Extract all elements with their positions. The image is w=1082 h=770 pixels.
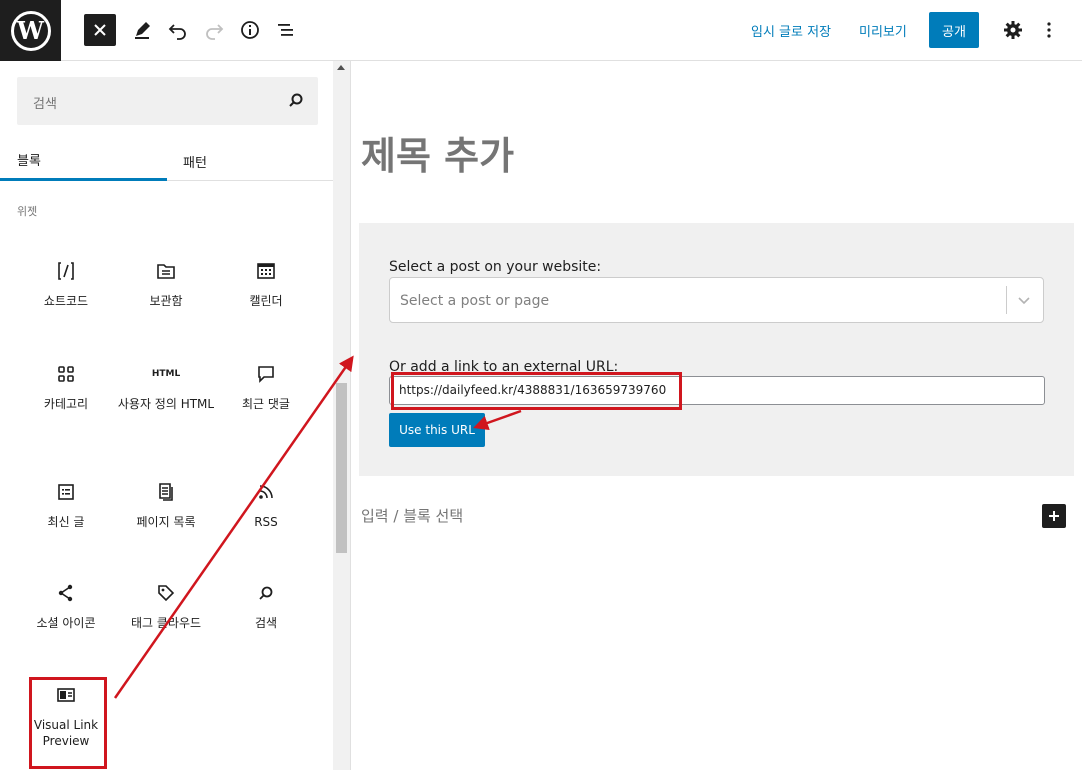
tab-blocks[interactable]: 블록	[0, 141, 167, 181]
inserter-scrollbar[interactable]	[333, 61, 350, 770]
gear-icon	[1004, 21, 1022, 39]
select-post-label: Select a post on your website:	[389, 259, 602, 275]
wordpress-w-icon: W	[10, 10, 51, 51]
wordpress-logo-button[interactable]: W	[0, 0, 61, 61]
block-appender-placeholder[interactable]: 입력 / 블록 선택	[361, 505, 463, 526]
comment-icon	[216, 360, 316, 388]
block-rss[interactable]: RSS	[216, 478, 316, 530]
shortcode-icon	[16, 257, 116, 285]
redo-button[interactable]	[198, 14, 230, 46]
html-glyph: HTML	[151, 369, 181, 379]
select-post-dropdown[interactable]: Select a post or page	[389, 277, 1044, 323]
post-title-input[interactable]: 제목 추가	[361, 125, 514, 180]
more-vertical-icon	[1047, 22, 1051, 38]
annotation-highlight-box	[29, 677, 107, 769]
share-icon	[16, 579, 116, 607]
block-categories[interactable]: 카테고리	[16, 360, 116, 412]
edit-tools-button[interactable]	[126, 14, 158, 46]
search-placeholder: 검색	[33, 97, 57, 112]
block-label: 검색	[254, 616, 278, 630]
block-inserter-panel: 검색 블록 패턴 위젯 쇼트코드 보관함 캘린더 카테고리 HTML 사용자 정…	[0, 61, 351, 770]
block-label: 카테고리	[43, 397, 89, 411]
block-custom-html[interactable]: HTML 사용자 정의 HTML	[116, 360, 216, 412]
category-title: 위젯	[17, 205, 38, 218]
block-tag-cloud[interactable]: 태그 클라우드	[116, 579, 216, 631]
block-shortcode[interactable]: 쇼트코드	[16, 257, 116, 309]
categories-icon	[16, 360, 116, 388]
post-list-icon	[16, 478, 116, 506]
select-separator	[1006, 286, 1007, 314]
editor-canvas: 제목 추가 Select a post on your website: Sel…	[351, 61, 1082, 770]
close-icon	[94, 24, 106, 36]
scroll-up-arrow-icon[interactable]	[337, 65, 345, 70]
block-label: 소셜 아이콘	[36, 616, 96, 630]
chevron-down-icon[interactable]	[1017, 292, 1031, 311]
close-inserter-button[interactable]	[84, 14, 116, 46]
search-icon	[216, 579, 316, 607]
pencil-icon	[135, 22, 150, 39]
block-search-input[interactable]: 검색	[17, 77, 318, 125]
redo-icon	[206, 24, 224, 40]
settings-button[interactable]	[997, 14, 1029, 46]
scrollbar-thumb[interactable]	[336, 383, 347, 553]
block-social-icons[interactable]: 소셜 아이콘	[16, 579, 116, 631]
add-block-button[interactable]	[1042, 504, 1066, 528]
options-menu-button[interactable]	[1033, 14, 1065, 46]
calendar-icon	[216, 257, 316, 285]
rss-icon	[216, 478, 316, 506]
block-label: 보관함	[149, 294, 183, 308]
info-icon	[241, 21, 259, 39]
save-draft-button[interactable]: 임시 글로 저장	[751, 21, 831, 40]
block-latest-posts[interactable]: 최신 글	[16, 478, 116, 530]
block-label: 최근 댓글	[242, 397, 290, 411]
block-label: 쇼트코드	[43, 294, 89, 308]
html-icon: HTML	[116, 360, 216, 388]
block-search[interactable]: 검색	[216, 579, 316, 631]
block-page-list[interactable]: 페이지 목록	[116, 478, 216, 530]
list-view-button[interactable]	[270, 14, 302, 46]
block-label: RSS	[254, 515, 278, 529]
block-latest-comments[interactable]: 최근 댓글	[216, 360, 316, 412]
visual-link-preview-block[interactable]: Select a post on your website: Select a …	[359, 223, 1074, 476]
select-placeholder: Select a post or page	[400, 293, 550, 309]
plus-icon	[1049, 511, 1059, 521]
undo-button[interactable]	[162, 14, 194, 46]
use-this-url-button[interactable]: Use this URL	[389, 413, 485, 447]
block-label: 사용자 정의 HTML	[117, 397, 215, 411]
tab-patterns[interactable]: 패턴	[183, 141, 207, 181]
inserter-tabs: 블록 패턴	[0, 141, 333, 181]
search-icon	[288, 92, 304, 112]
undo-icon	[168, 24, 186, 40]
block-label: 페이지 목록	[136, 515, 196, 529]
list-view-icon	[278, 24, 293, 36]
publish-button[interactable]: 공개	[929, 12, 979, 48]
block-label: 최신 글	[47, 515, 85, 529]
details-button[interactable]	[234, 14, 266, 46]
archive-icon	[116, 257, 216, 285]
preview-button[interactable]: 미리보기	[859, 21, 907, 40]
tag-icon	[116, 579, 216, 607]
annotation-highlight-box	[391, 372, 682, 410]
page-list-icon	[116, 478, 216, 506]
block-label: 태그 클라우드	[130, 616, 202, 630]
block-archives[interactable]: 보관함	[116, 257, 216, 309]
block-label: 캘린더	[249, 294, 283, 308]
editor-top-toolbar: W 임시 글로 저장 미리보기 공개	[0, 0, 1082, 61]
block-calendar[interactable]: 캘린더	[216, 257, 316, 309]
